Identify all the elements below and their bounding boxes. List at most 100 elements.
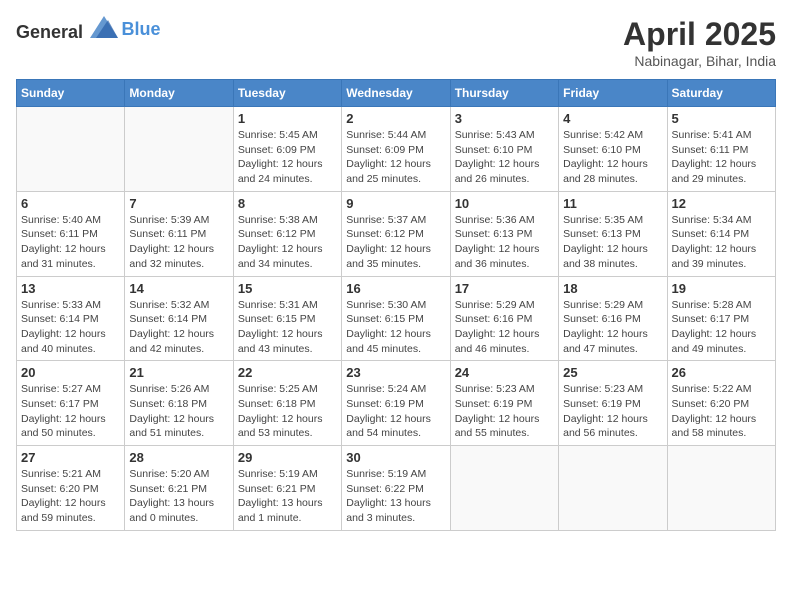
day-info: Sunrise: 5:37 AM Sunset: 6:12 PM Dayligh… (346, 213, 445, 272)
day-info: Sunrise: 5:29 AM Sunset: 6:16 PM Dayligh… (455, 298, 554, 357)
day-number: 23 (346, 365, 445, 380)
calendar-cell: 2 Sunrise: 5:44 AM Sunset: 6:09 PM Daylig… (342, 107, 450, 192)
location-title: Nabinagar, Bihar, India (623, 53, 776, 69)
day-info: Sunrise: 5:42 AM Sunset: 6:10 PM Dayligh… (563, 128, 662, 187)
calendar-cell: 11Sunrise: 5:35 AM Sunset: 6:13 PM Dayli… (559, 191, 667, 276)
calendar-cell (559, 446, 667, 531)
month-title: April 2025 (623, 16, 776, 53)
day-info: Sunrise: 5:19 AM Sunset: 6:21 PM Dayligh… (238, 467, 337, 526)
calendar-cell (17, 107, 125, 192)
day-number: 25 (563, 365, 662, 380)
calendar-cell: 9Sunrise: 5:37 AM Sunset: 6:12 PM Daylig… (342, 191, 450, 276)
calendar-cell: 23 Sunrise: 5:24 AM Sunset: 6:19 PM Dayli… (342, 361, 450, 446)
calendar-cell: 14 Sunrise: 5:32 AM Sunset: 6:14 PM Dayli… (125, 276, 233, 361)
day-number: 19 (672, 281, 771, 296)
calendar-header-friday: Friday (559, 80, 667, 107)
calendar-header-tuesday: Tuesday (233, 80, 341, 107)
day-info: Sunrise: 5:35 AM Sunset: 6:13 PM Dayligh… (563, 213, 662, 272)
logo: General Blue (16, 16, 161, 43)
header: General Blue April 2025 Nabinagar, Bihar… (16, 16, 776, 69)
day-number: 28 (129, 450, 228, 465)
calendar-cell: 13 Sunrise: 5:33 AM Sunset: 6:14 PM Dayli… (17, 276, 125, 361)
calendar-cell: 16 Sunrise: 5:30 AM Sunset: 6:15 PM Dayli… (342, 276, 450, 361)
day-info: Sunrise: 5:32 AM Sunset: 6:14 PM Dayligh… (129, 298, 228, 357)
day-number: 26 (672, 365, 771, 380)
day-number: 1 (238, 111, 337, 126)
calendar-header-monday: Monday (125, 80, 233, 107)
calendar-cell: 28 Sunrise: 5:20 AM Sunset: 6:21 PM Dayli… (125, 446, 233, 531)
day-info: Sunrise: 5:36 AM Sunset: 6:13 PM Dayligh… (455, 213, 554, 272)
calendar-cell: 27 Sunrise: 5:21 AM Sunset: 6:20 PM Dayli… (17, 446, 125, 531)
calendar-cell (450, 446, 558, 531)
calendar-week-row: 27 Sunrise: 5:21 AM Sunset: 6:20 PM Dayli… (17, 446, 776, 531)
day-number: 30 (346, 450, 445, 465)
day-number: 21 (129, 365, 228, 380)
day-number: 2 (346, 111, 445, 126)
day-info: Sunrise: 5:33 AM Sunset: 6:14 PM Dayligh… (21, 298, 120, 357)
calendar-header-saturday: Saturday (667, 80, 775, 107)
calendar-header-thursday: Thursday (450, 80, 558, 107)
day-info: Sunrise: 5:41 AM Sunset: 6:11 PM Dayligh… (672, 128, 771, 187)
day-number: 8 (238, 196, 337, 211)
day-number: 20 (21, 365, 120, 380)
day-number: 4 (563, 111, 662, 126)
day-info: Sunrise: 5:39 AM Sunset: 6:11 PM Dayligh… (129, 213, 228, 272)
day-info: Sunrise: 5:20 AM Sunset: 6:21 PM Dayligh… (129, 467, 228, 526)
day-info: Sunrise: 5:26 AM Sunset: 6:18 PM Dayligh… (129, 382, 228, 441)
title-area: April 2025 Nabinagar, Bihar, India (623, 16, 776, 69)
day-info: Sunrise: 5:45 AM Sunset: 6:09 PM Dayligh… (238, 128, 337, 187)
day-info: Sunrise: 5:21 AM Sunset: 6:20 PM Dayligh… (21, 467, 120, 526)
calendar-cell: 19 Sunrise: 5:28 AM Sunset: 6:17 PM Dayli… (667, 276, 775, 361)
calendar-cell: 17 Sunrise: 5:29 AM Sunset: 6:16 PM Dayli… (450, 276, 558, 361)
calendar-cell (125, 107, 233, 192)
calendar-cell: 29 Sunrise: 5:19 AM Sunset: 6:21 PM Dayli… (233, 446, 341, 531)
day-info: Sunrise: 5:25 AM Sunset: 6:18 PM Dayligh… (238, 382, 337, 441)
day-info: Sunrise: 5:27 AM Sunset: 6:17 PM Dayligh… (21, 382, 120, 441)
calendar-cell: 26 Sunrise: 5:22 AM Sunset: 6:20 PM Dayli… (667, 361, 775, 446)
day-number: 29 (238, 450, 337, 465)
day-number: 12 (672, 196, 771, 211)
calendar-cell: 22Sunrise: 5:25 AM Sunset: 6:18 PM Dayli… (233, 361, 341, 446)
day-number: 13 (21, 281, 120, 296)
calendar-cell: 30 Sunrise: 5:19 AM Sunset: 6:22 PM Dayli… (342, 446, 450, 531)
day-info: Sunrise: 5:19 AM Sunset: 6:22 PM Dayligh… (346, 467, 445, 526)
calendar-cell: 10Sunrise: 5:36 AM Sunset: 6:13 PM Dayli… (450, 191, 558, 276)
calendar-week-row: 20 Sunrise: 5:27 AM Sunset: 6:17 PM Dayli… (17, 361, 776, 446)
day-info: Sunrise: 5:34 AM Sunset: 6:14 PM Dayligh… (672, 213, 771, 272)
day-number: 3 (455, 111, 554, 126)
day-number: 14 (129, 281, 228, 296)
day-number: 24 (455, 365, 554, 380)
calendar-cell: 25Sunrise: 5:23 AM Sunset: 6:19 PM Dayli… (559, 361, 667, 446)
day-info: Sunrise: 5:23 AM Sunset: 6:19 PM Dayligh… (455, 382, 554, 441)
day-number: 18 (563, 281, 662, 296)
day-number: 16 (346, 281, 445, 296)
calendar-cell: 24 Sunrise: 5:23 AM Sunset: 6:19 PM Dayli… (450, 361, 558, 446)
calendar-cell: 5 Sunrise: 5:41 AM Sunset: 6:11 PM Daylig… (667, 107, 775, 192)
calendar-cell: 7 Sunrise: 5:39 AM Sunset: 6:11 PM Daylig… (125, 191, 233, 276)
calendar-cell: 6Sunrise: 5:40 AM Sunset: 6:11 PM Daylig… (17, 191, 125, 276)
calendar-table: SundayMondayTuesdayWednesdayThursdayFrid… (16, 79, 776, 531)
logo-blue-text: Blue (122, 19, 161, 39)
day-number: 7 (129, 196, 228, 211)
day-info: Sunrise: 5:22 AM Sunset: 6:20 PM Dayligh… (672, 382, 771, 441)
calendar-week-row: 1 Sunrise: 5:45 AM Sunset: 6:09 PM Daylig… (17, 107, 776, 192)
logo-icon (90, 16, 118, 38)
calendar-cell: 18Sunrise: 5:29 AM Sunset: 6:16 PM Dayli… (559, 276, 667, 361)
calendar-cell: 8Sunrise: 5:38 AM Sunset: 6:12 PM Daylig… (233, 191, 341, 276)
calendar-week-row: 13 Sunrise: 5:33 AM Sunset: 6:14 PM Dayli… (17, 276, 776, 361)
day-number: 27 (21, 450, 120, 465)
day-number: 6 (21, 196, 120, 211)
day-info: Sunrise: 5:28 AM Sunset: 6:17 PM Dayligh… (672, 298, 771, 357)
calendar-week-row: 6Sunrise: 5:40 AM Sunset: 6:11 PM Daylig… (17, 191, 776, 276)
calendar-cell: 15Sunrise: 5:31 AM Sunset: 6:15 PM Dayli… (233, 276, 341, 361)
calendar-cell: 20 Sunrise: 5:27 AM Sunset: 6:17 PM Dayli… (17, 361, 125, 446)
calendar-cell (667, 446, 775, 531)
day-info: Sunrise: 5:43 AM Sunset: 6:10 PM Dayligh… (455, 128, 554, 187)
day-number: 5 (672, 111, 771, 126)
day-info: Sunrise: 5:30 AM Sunset: 6:15 PM Dayligh… (346, 298, 445, 357)
calendar-cell: 12 Sunrise: 5:34 AM Sunset: 6:14 PM Dayli… (667, 191, 775, 276)
day-info: Sunrise: 5:44 AM Sunset: 6:09 PM Dayligh… (346, 128, 445, 187)
calendar-cell: 4 Sunrise: 5:42 AM Sunset: 6:10 PM Daylig… (559, 107, 667, 192)
day-number: 17 (455, 281, 554, 296)
day-info: Sunrise: 5:24 AM Sunset: 6:19 PM Dayligh… (346, 382, 445, 441)
